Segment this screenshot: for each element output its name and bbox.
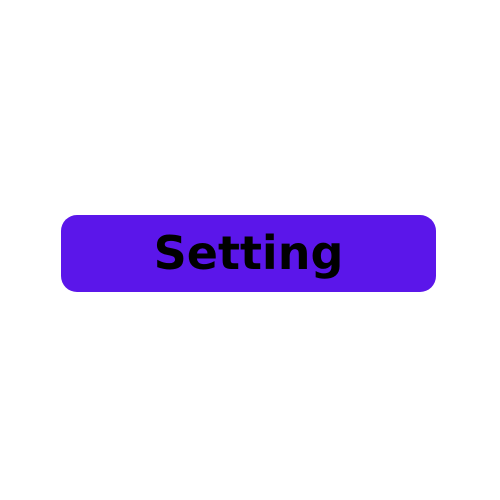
setting-button[interactable]: Setting [61,215,436,292]
page-canvas: Setting [0,0,500,500]
